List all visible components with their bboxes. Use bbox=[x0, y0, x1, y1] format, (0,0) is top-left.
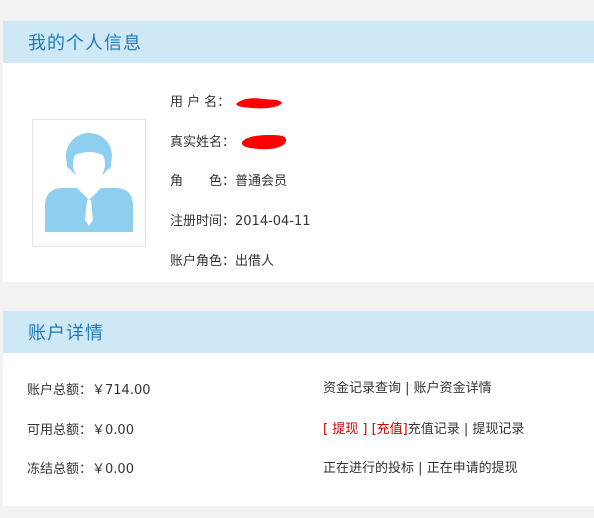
frozen-label: 冻结总额： bbox=[27, 462, 93, 477]
total-row: 账户总额：￥714.00 bbox=[27, 381, 151, 401]
profile-panel-header: 我的个人信息 bbox=[3, 21, 594, 63]
fund-links-row: 资金记录查询 | 账户资金详情 bbox=[323, 379, 492, 399]
bidding-link[interactable]: 正在进行的投标 bbox=[323, 461, 414, 476]
account-panel: 账户详情 账户总额：￥714.00 可用总额：￥0.00 冻结总额：￥0.00 … bbox=[3, 311, 594, 506]
realname-row: 真实姓名： bbox=[170, 132, 289, 152]
account-role-label: 账户角色： bbox=[170, 254, 236, 269]
separator: | bbox=[459, 422, 473, 437]
available-row: 可用总额：￥0.00 bbox=[27, 421, 134, 441]
realname-redaction bbox=[242, 135, 287, 150]
total-label: 账户总额： bbox=[27, 383, 93, 398]
applying-withdraw-link[interactable]: 正在申请的提现 bbox=[427, 461, 518, 476]
username-redaction bbox=[236, 97, 283, 108]
fund-record-link[interactable]: 资金记录查询 bbox=[323, 381, 401, 396]
avatar bbox=[32, 119, 146, 247]
account-role-row: 账户角色：出借人 bbox=[170, 252, 274, 272]
role-value: 普通会员 bbox=[235, 174, 288, 189]
progress-links-row: 正在进行的投标 | 正在申请的提现 bbox=[323, 459, 518, 479]
withdraw-button[interactable]: [ 提现 ] bbox=[323, 422, 367, 437]
total-value: ￥714.00 bbox=[92, 383, 151, 398]
username-label: 用 户 名： bbox=[170, 95, 231, 110]
available-value: ￥0.00 bbox=[92, 423, 134, 438]
withdraw-record-link[interactable]: 提现记录 bbox=[472, 422, 524, 437]
register-label: 注册时间： bbox=[170, 214, 236, 229]
frozen-row: 冻结总额：￥0.00 bbox=[27, 460, 134, 480]
username-row: 用 户 名： bbox=[170, 93, 284, 113]
realname-label: 真实姓名： bbox=[170, 134, 236, 150]
user-avatar-icon bbox=[45, 133, 133, 232]
fund-detail-link[interactable]: 账户资金详情 bbox=[414, 381, 492, 396]
separator: | bbox=[401, 381, 414, 396]
action-links-row: [ 提现 ] [充值]充值记录 | 提现记录 bbox=[323, 420, 524, 440]
profile-panel-title: 我的个人信息 bbox=[28, 33, 142, 54]
frozen-value: ￥0.00 bbox=[92, 462, 134, 477]
recharge-record-link[interactable]: 充值记录 bbox=[408, 422, 460, 437]
account-panel-header: 账户详情 bbox=[3, 311, 594, 353]
account-panel-title: 账户详情 bbox=[28, 323, 104, 344]
available-label: 可用总额： bbox=[27, 423, 93, 438]
role-label: 角 色： bbox=[170, 174, 236, 189]
account-role-value: 出借人 bbox=[235, 254, 275, 269]
profile-panel: 我的个人信息 用 户 名： 真实姓名： 角 色：普通会员 注册时间：2014-0… bbox=[3, 21, 594, 282]
recharge-button[interactable]: [充值] bbox=[372, 422, 408, 437]
role-row: 角 色：普通会员 bbox=[170, 172, 287, 192]
separator: | bbox=[414, 461, 427, 476]
register-row: 注册时间：2014-04-11 bbox=[170, 212, 311, 232]
register-value: 2014-04-11 bbox=[235, 214, 311, 229]
